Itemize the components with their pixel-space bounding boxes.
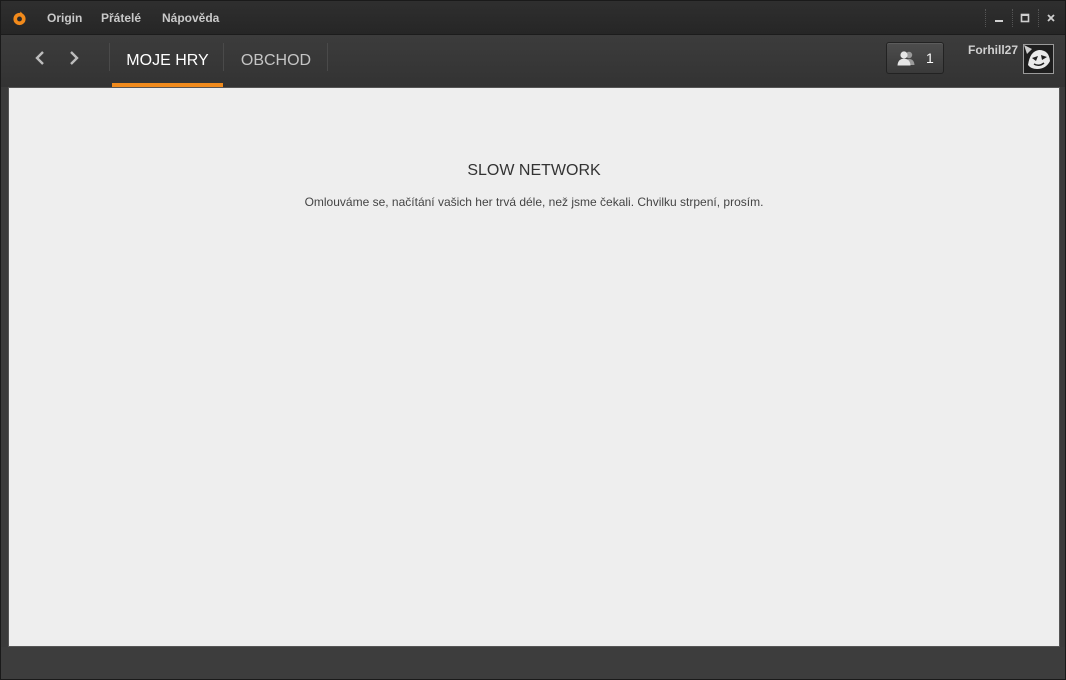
control-separator xyxy=(985,9,986,27)
nav-separator xyxy=(223,43,224,71)
nav-bar: MOJE HRY OBCHOD 1 Forhill27 xyxy=(1,35,1065,87)
tab-store[interactable]: OBCHOD xyxy=(225,35,327,87)
username[interactable]: Forhill27 xyxy=(968,43,1018,57)
chevron-right-icon xyxy=(70,51,79,65)
back-button[interactable] xyxy=(29,47,51,69)
minimize-icon xyxy=(995,20,1003,22)
avatar[interactable] xyxy=(1023,44,1054,74)
maximize-button[interactable] xyxy=(1016,10,1034,26)
control-separator xyxy=(1038,9,1039,27)
main-content: SLOW NETWORK Omlouváme se, načítání vaši… xyxy=(8,87,1060,647)
minimize-button[interactable] xyxy=(990,10,1008,26)
error-title: SLOW NETWORK xyxy=(467,162,601,179)
menu-friends[interactable]: Přátelé xyxy=(101,11,141,25)
error-message: Omlouváme se, načítání vašich her trvá d… xyxy=(304,195,764,209)
maximize-icon xyxy=(1020,13,1030,23)
friends-icon xyxy=(897,51,915,66)
tab-my-games[interactable]: MOJE HRY xyxy=(112,35,223,87)
friends-count: 1 xyxy=(926,50,934,66)
chevron-left-icon xyxy=(35,51,44,65)
close-icon xyxy=(1047,14,1055,22)
nav-separator xyxy=(327,43,328,71)
close-button[interactable] xyxy=(1042,10,1060,26)
friends-button[interactable]: 1 xyxy=(886,42,944,74)
origin-window: Origin Přátelé Nápověda MOJE HRY OBCHOD xyxy=(0,0,1066,680)
menu-help[interactable]: Nápověda xyxy=(162,11,219,25)
avatar-image xyxy=(1024,45,1053,73)
status-bar xyxy=(1,647,1065,679)
nav-separator xyxy=(109,43,110,71)
forward-button[interactable] xyxy=(63,47,85,69)
origin-logo-icon[interactable] xyxy=(12,11,27,26)
menu-origin[interactable]: Origin xyxy=(47,11,82,25)
control-separator xyxy=(1012,9,1013,27)
menu-bar: Origin Přátelé Nápověda xyxy=(1,1,1065,35)
